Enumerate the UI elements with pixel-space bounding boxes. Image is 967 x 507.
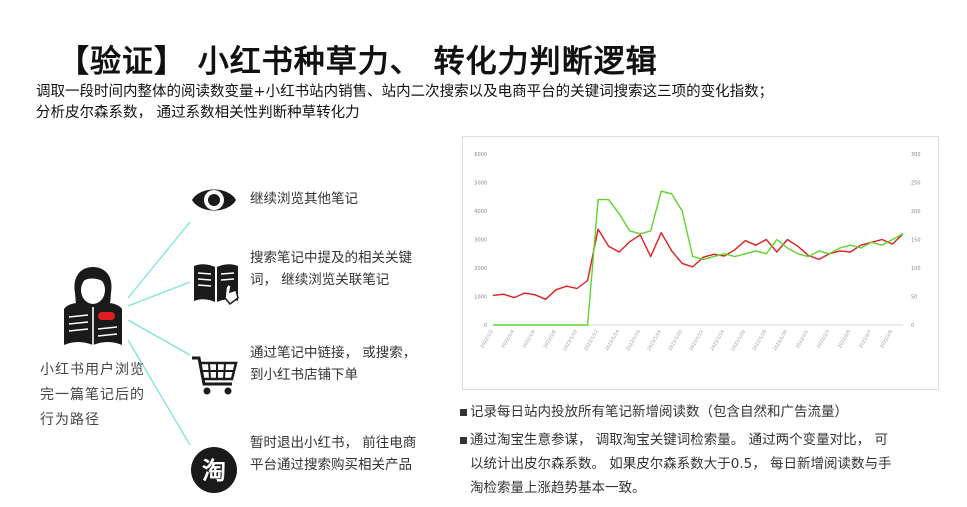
trend-chart-svg: 0 1000 2000 3000 4000 5000 6000 0 50 100 150 200 250… <box>474 152 921 352</box>
right-tick-label: 300 <box>911 152 921 158</box>
step-text-order: 通过笔记中链接， 或搜索， 到小红书店铺下单 <box>250 345 417 383</box>
page-subtitle: 调取一段时间内整体的阅读数变量+小红书站内销售、站内二次搜索以及电商平台的关键词… <box>36 84 774 121</box>
shopping-cart-icon <box>192 356 238 395</box>
x-tick-label: 2022/1/16 <box>625 329 642 352</box>
right-tick-label: 0 <box>911 323 914 329</box>
taobao-icon: 淘 <box>191 447 237 493</box>
left-tick-label: 1000 <box>474 295 487 301</box>
trend-chart: 0 1000 2000 3000 4000 5000 6000 0 50 100 150 200 250… <box>462 136 939 390</box>
note-item: 通过淘宝生意参谋， 调取淘宝关键词检索量。 通过两个变量对比， 可 以统计出皮尔… <box>460 428 960 500</box>
step-text-browse: 继续浏览其他笔记 <box>250 191 358 207</box>
right-tick-label: 250 <box>911 181 921 187</box>
reading-user-icon <box>64 267 122 345</box>
red-series-line <box>492 228 904 301</box>
green-series-line <box>493 190 904 326</box>
step-text-search: 搜索笔记中提及的相关关键 词， 继续浏览关联笔记 <box>250 250 412 288</box>
x-tick-label: 2022/1/6 <box>521 329 536 350</box>
right-tick-label: 150 <box>911 238 921 244</box>
connector-line <box>127 319 191 356</box>
x-tick-label: 2022/1/8 <box>543 329 558 350</box>
user-caption: 小红书用户浏览完一篇笔记后的行为路径 <box>40 362 145 428</box>
x-tick-label: 2022/1/26 <box>730 329 747 352</box>
x-tick-label: 2022/1/4 <box>500 329 515 350</box>
x-tick-label: 2022/1/22 <box>688 329 705 352</box>
left-tick-label: 3000 <box>474 238 487 244</box>
x-tick-label: 2022/1/28 <box>751 329 768 352</box>
x-tick-label: 2022/2/5 <box>837 329 852 350</box>
connector-line <box>127 221 191 299</box>
note-item: 记录每日站内投放所有笔记新增阅读数（包含自然和广告流量） <box>460 400 960 424</box>
x-tick-label: 2022/1/30 <box>772 329 789 352</box>
left-tick-label: 5000 <box>474 181 487 187</box>
x-tick-label: 2022/2/1 <box>795 329 810 350</box>
svg-text:淘: 淘 <box>202 457 226 485</box>
x-tick-label: 2022/1/10 <box>562 329 579 352</box>
bullet-square-icon <box>460 428 470 500</box>
eye-icon <box>192 189 236 211</box>
connector-line <box>127 281 191 307</box>
right-tick-label: 100 <box>911 266 921 272</box>
notes: 记录每日站内投放所有笔记新增阅读数（包含自然和广告流量） 通过淘宝生意参谋， 调… <box>460 400 960 500</box>
x-tick-label: 2022/1/14 <box>604 329 621 352</box>
x-tick-label: 2022/1/12 <box>583 329 600 352</box>
x-tick-label: 2022/2/7 <box>858 329 873 350</box>
left-tick-label: 2000 <box>474 266 487 272</box>
x-tick-label: 2022/1/20 <box>667 329 684 352</box>
left-tick-label: 4000 <box>474 209 487 215</box>
right-tick-label: 50 <box>911 295 917 301</box>
x-tick-label: 2022/1/2 <box>479 329 494 350</box>
x-tick-label: 2022/1/24 <box>709 329 726 352</box>
bullet-square-icon <box>460 400 470 424</box>
page-title: 【验证】 小红书种草力、 转化力判断逻辑 <box>58 44 658 80</box>
x-tick-label: 2022/2/9 <box>879 329 894 350</box>
note-text-taobao: 通过淘宝生意参谋， 调取淘宝关键词检索量。 通过两个变量对比， 可 以统计出皮尔… <box>470 432 892 496</box>
book-search-icon <box>194 264 239 306</box>
left-tick-label: 6000 <box>474 152 487 158</box>
x-tick-label: 2022/2/3 <box>816 329 831 350</box>
left-tick-label: 0 <box>484 323 487 329</box>
step-text-ecommerce: 暂时退出小红书， 前往电商 平台通过搜索购买相关产品 <box>250 435 417 473</box>
note-text-reads: 记录每日站内投放所有笔记新增阅读数（包含自然和广告流量） <box>470 404 848 420</box>
right-tick-label: 200 <box>911 209 921 215</box>
x-tick-label: 2022/1/18 <box>646 329 663 352</box>
